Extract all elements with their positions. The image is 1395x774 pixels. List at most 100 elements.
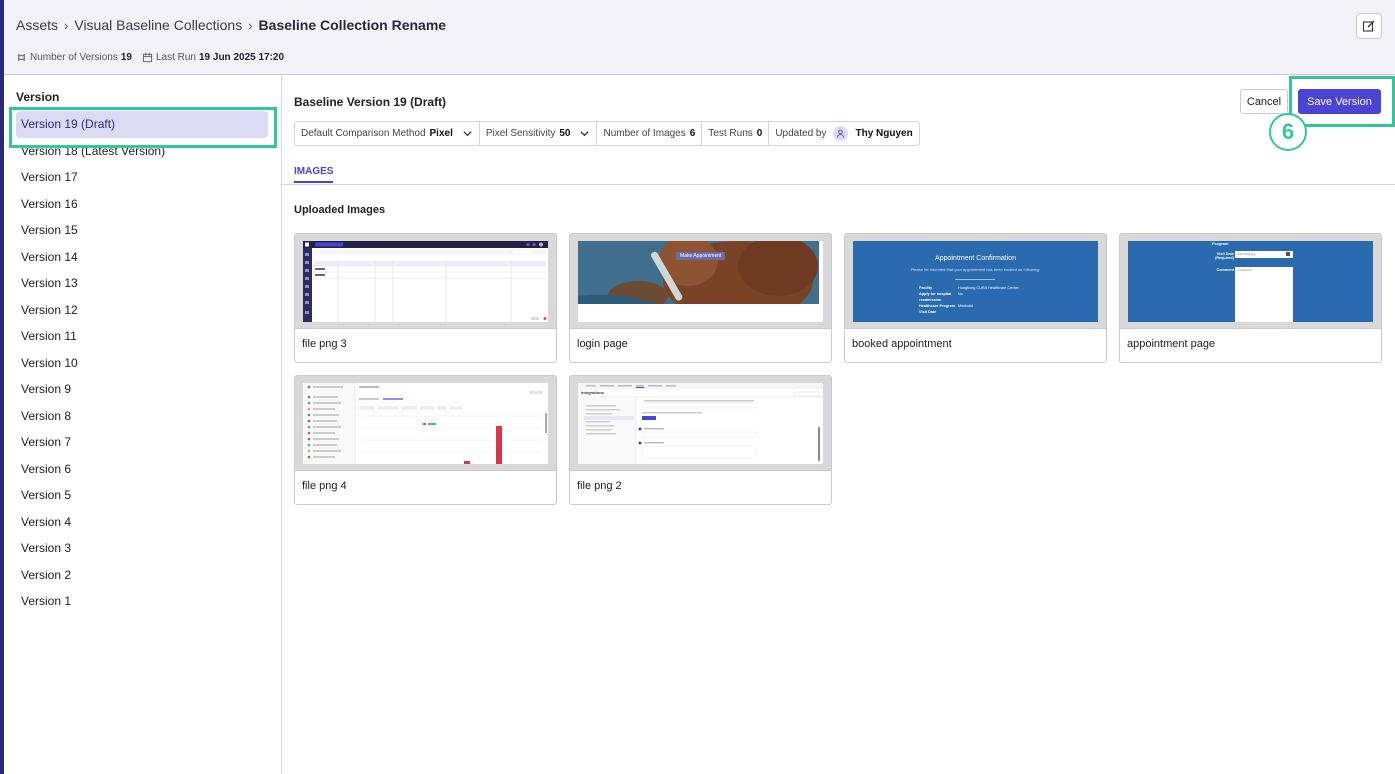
version-item[interactable]: Version 1: [16, 588, 268, 615]
images-label: Number of Images: [603, 128, 686, 139]
confirm-row-label: Apply for hospital readmission: [919, 292, 952, 302]
confirm-row-value: Medicaid: [958, 304, 974, 308]
version-item[interactable]: Version 14: [16, 244, 268, 271]
breadcrumb-collections[interactable]: Visual Baseline Collections: [74, 17, 242, 33]
section-title: Uploaded Images: [294, 204, 386, 216]
last-run: Last Run 19 Jun 2025 17:20: [142, 52, 284, 63]
chevron-down-icon: [463, 131, 472, 137]
breadcrumb: Assets › Visual Baseline Collections › B…: [16, 17, 446, 33]
make-appointment-overlay: Make Appointment: [676, 252, 726, 260]
confirm-row-value: Hongkong CURA Healthcare Center: [958, 286, 1019, 290]
runs-label: Test Runs: [708, 128, 753, 139]
image-label: file png 4: [302, 480, 347, 492]
image-thumbnail: [295, 376, 556, 471]
image-card[interactable]: Make Appointment login page: [569, 233, 832, 363]
pixel-sensitivity-select[interactable]: Pixel Sensitivity 50: [480, 122, 598, 145]
bar-app-preview: [303, 383, 547, 464]
image-thumbnail: [295, 234, 556, 329]
comparison-method-select[interactable]: Default Comparison Method Pixel: [295, 122, 480, 145]
versions-icon: [18, 53, 25, 62]
image-thumbnail: Program Visit Date (Required) dd/mm/yyyy…: [1120, 234, 1381, 329]
edit-button[interactable]: [1356, 13, 1382, 39]
versions-count: Number of Versions 19: [16, 52, 132, 63]
form-label-program: Program: [1212, 241, 1229, 246]
version-item[interactable]: Version 17: [16, 164, 268, 191]
image-label: booked appointment: [852, 338, 952, 350]
image-thumbnail: Appointment Confirmation Please be infor…: [845, 234, 1106, 329]
version-item[interactable]: Version 15: [16, 217, 268, 244]
version-item[interactable]: Version 13: [16, 270, 268, 297]
version-item[interactable]: Version 5: [16, 482, 268, 509]
collection-meta: Number of Versions 19 Last Run 19 Jun 20…: [16, 52, 284, 63]
image-card[interactable]: file png 4: [294, 375, 557, 505]
image-thumbnail: Integrations: [570, 376, 831, 471]
image-card[interactable]: Program Visit Date (Required) dd/mm/yyyy…: [1119, 233, 1382, 363]
comparison-value: Pixel: [429, 128, 453, 139]
updated-by: Updated by Thy Nguyen: [769, 122, 918, 145]
version-item[interactable]: Version 11: [16, 323, 268, 350]
chevron-down-icon: [580, 131, 590, 137]
cancel-button[interactable]: Cancel: [1240, 89, 1288, 114]
version-sidebar: Version Version 19 (Draft) Version 18 (La…: [4, 75, 282, 774]
image-card[interactable]: file png 3: [294, 233, 557, 363]
comment-textarea: Comment: [1235, 267, 1293, 322]
version-item[interactable]: Version 16: [16, 191, 268, 218]
confirmation-subtext: Please be informed that your appointment…: [910, 267, 1041, 272]
calendar-icon: [142, 52, 153, 63]
sensitivity-label: Pixel Sensitivity: [485, 128, 556, 139]
last-run-label: Last Run: [155, 52, 196, 63]
images-value: 6: [689, 128, 696, 139]
image-count: Number of Images 6: [597, 122, 703, 145]
bear-photo-preview: [578, 241, 819, 304]
updated-label: Updated by: [775, 128, 827, 139]
image-card[interactable]: Appointment Confirmation Please be infor…: [844, 233, 1107, 363]
version-item[interactable]: Version 2: [16, 562, 268, 589]
version-item[interactable]: Version 3: [16, 535, 268, 562]
edit-icon: [1362, 20, 1375, 32]
version-item[interactable]: Version 9: [16, 376, 268, 403]
confirmation-rows: Facility Hongkong CURA Healthcare Center …: [919, 285, 1019, 315]
version-item[interactable]: Version 4: [16, 509, 268, 536]
version-list: Version 19 (Draft) Version 18 (Latest Ver…: [16, 111, 268, 615]
sensitivity-value: 50: [559, 128, 571, 139]
image-card[interactable]: Integrations file png 2: [569, 375, 832, 505]
table-app-preview: [303, 241, 548, 322]
tab-images[interactable]: IMAGES: [294, 166, 334, 183]
breadcrumb-assets[interactable]: Assets: [16, 17, 58, 33]
chevron-right-icon: ›: [248, 17, 253, 33]
comparison-label: Default Comparison Method: [301, 128, 426, 139]
chevron-right-icon: ›: [64, 17, 69, 33]
integrations-preview: [578, 383, 823, 464]
updated-value: Thy Nguyen: [855, 128, 913, 139]
breadcrumb-current: Baseline Collection Rename: [258, 17, 447, 33]
page-title: Baseline Version 19 (Draft): [294, 95, 447, 109]
calendar-icon: [1286, 252, 1290, 256]
runs-value: 0: [756, 128, 763, 139]
confirmation-divider: [955, 279, 995, 280]
tab-bar: IMAGES: [282, 162, 1395, 185]
integrations-heading: Integrations: [581, 390, 604, 395]
confirm-row-value: No: [958, 292, 963, 296]
versions-label: Number of Versions: [30, 52, 118, 63]
versions-value: 19: [120, 52, 132, 63]
image-label: login page: [577, 338, 628, 350]
form-label-comment: Comment: [1216, 268, 1234, 272]
version-item[interactable]: Version 12: [16, 297, 268, 324]
confirmation-heading: Appointment Confirmation: [935, 255, 1016, 262]
version-properties: Default Comparison Method Pixel Pixel Se…: [294, 121, 920, 146]
last-run-value: 19 Jun 2025 17:20: [198, 52, 285, 63]
selected-version-highlight: [9, 107, 277, 148]
version-item[interactable]: Version 6: [16, 456, 268, 483]
confirm-row-label: Visit Date: [919, 310, 937, 314]
save-button-highlight: [1289, 76, 1395, 127]
version-item[interactable]: Version 10: [16, 350, 268, 377]
image-label: file png 3: [302, 338, 347, 350]
step-badge: 6: [1269, 113, 1307, 151]
date-input: dd/mm/yyyy: [1235, 251, 1293, 258]
version-item[interactable]: Version 7: [16, 429, 268, 456]
image-thumbnail: Make Appointment: [570, 234, 831, 329]
test-runs: Test Runs 0: [702, 122, 770, 145]
form-label-visit-date: Visit Date (Required): [1215, 252, 1234, 260]
version-item[interactable]: Version 8: [16, 403, 268, 430]
page-header: Assets › Visual Baseline Collections › B…: [4, 0, 1395, 75]
